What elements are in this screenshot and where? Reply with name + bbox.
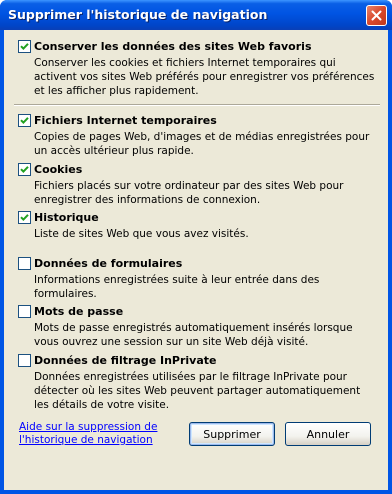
window-border — [0, 490, 392, 494]
checkmark-icon — [20, 214, 29, 222]
option-label: Fichiers Internet temporaires — [34, 114, 217, 127]
history-checkbox[interactable] — [18, 211, 31, 224]
separator — [14, 104, 380, 106]
inprivate-checkbox[interactable] — [18, 354, 31, 367]
option-label: Cookies — [34, 163, 83, 176]
option-cookies: Cookies Fichiers placés sur votre ordina… — [18, 163, 378, 207]
option-passwords: Mots de passe Mots de passe enregistrés … — [18, 305, 378, 349]
favorites-checkbox[interactable] — [18, 40, 31, 53]
passwords-checkbox[interactable] — [18, 305, 31, 318]
checkmark-icon — [20, 166, 29, 174]
temp-files-checkbox[interactable] — [18, 114, 31, 127]
option-label: Conserver les données des sites Web favo… — [34, 40, 312, 53]
form-data-checkbox[interactable] — [18, 257, 31, 270]
option-description: Liste de sites Web que vous avez visités… — [34, 228, 249, 240]
dialog-title: Supprimer l'historique de navigation — [8, 7, 268, 22]
option-history: Historique Liste de sites Web que vous a… — [18, 211, 378, 241]
option-favorites: Conserver les données des sites Web favo… — [18, 40, 378, 98]
checkmark-icon — [20, 117, 29, 125]
title-bar[interactable]: Supprimer l'historique de navigation — [0, 0, 392, 30]
cancel-button[interactable]: Annuler — [285, 422, 371, 446]
option-label: Mots de passe — [34, 305, 124, 318]
cookies-checkbox[interactable] — [18, 163, 31, 176]
option-description: Fichiers placés sur votre ordinateur par… — [34, 180, 344, 206]
option-description: Conserver les cookies et fichiers Intern… — [34, 57, 375, 97]
close-button[interactable] — [366, 5, 387, 26]
option-description: Copies de pages Web, d'images et de médi… — [34, 131, 370, 157]
option-description: Informations enregistrées suite à leur e… — [34, 274, 320, 300]
dialog-window: Supprimer l'historique de navigation Con… — [0, 0, 392, 494]
checkmark-icon — [20, 43, 29, 51]
close-icon — [371, 6, 382, 25]
option-description: Données enregistrées utilisées par le fi… — [34, 371, 361, 411]
option-label: Données de filtrage InPrivate — [34, 354, 217, 367]
option-form-data: Données de formulaires Informations enre… — [18, 257, 378, 301]
help-link[interactable]: Aide sur la suppression de l'historique … — [19, 421, 169, 447]
option-inprivate: Données de filtrage InPrivate Données en… — [18, 354, 378, 412]
option-label: Données de formulaires — [34, 257, 183, 270]
option-label: Historique — [34, 211, 99, 224]
delete-button[interactable]: Supprimer — [189, 422, 275, 446]
option-temp-files: Fichiers Internet temporaires Copies de … — [18, 114, 378, 158]
option-description: Mots de passe enregistrés automatiquemen… — [34, 322, 353, 348]
